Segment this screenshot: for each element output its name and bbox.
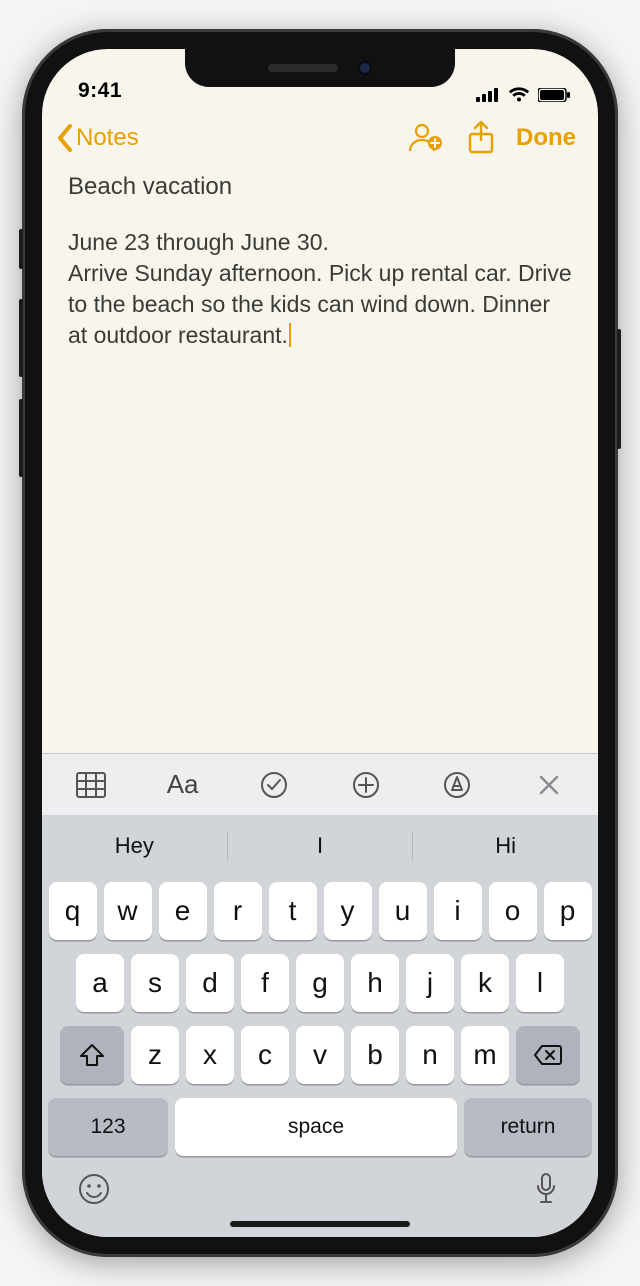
shift-icon <box>79 1043 105 1067</box>
note-title: Beach vacation <box>68 173 572 201</box>
key-t[interactable]: t <box>269 882 317 940</box>
key-shift[interactable] <box>60 1026 124 1084</box>
dismiss-toolbar-button[interactable] <box>526 762 572 808</box>
volume-down-button[interactable] <box>19 399 23 477</box>
share-icon <box>466 120 496 156</box>
chevron-left-icon <box>56 123 74 153</box>
note-body-text: June 23 through June 30.Arrive Sunday af… <box>68 229 572 348</box>
screen: 9:41 Notes <box>42 49 598 1237</box>
suggestion-2[interactable]: I <box>228 833 413 859</box>
suggestion-bar: Hey I Hi <box>42 817 598 875</box>
mute-switch[interactable] <box>19 229 23 269</box>
key-s[interactable]: s <box>131 954 179 1012</box>
cellular-icon <box>476 88 500 102</box>
key-space[interactable]: space <box>175 1098 457 1156</box>
suggestion-1[interactable]: Hey <box>42 833 227 859</box>
key-z[interactable]: z <box>131 1026 179 1084</box>
home-indicator[interactable] <box>230 1221 410 1227</box>
key-r[interactable]: r <box>214 882 262 940</box>
wifi-icon <box>508 87 530 103</box>
close-icon <box>538 774 560 796</box>
key-e[interactable]: e <box>159 882 207 940</box>
key-v[interactable]: v <box>296 1026 344 1084</box>
notch <box>185 49 455 87</box>
key-numeric[interactable]: 123 <box>48 1098 168 1156</box>
speaker <box>268 64 338 72</box>
keyboard: Hey I Hi q w e r t y u i o p a s <box>42 815 598 1237</box>
key-h[interactable]: h <box>351 954 399 1012</box>
add-person-button[interactable] <box>400 115 450 161</box>
table-icon <box>76 772 106 798</box>
key-a[interactable]: a <box>76 954 124 1012</box>
phone-frame: 9:41 Notes <box>22 29 618 1257</box>
checklist-button[interactable] <box>251 762 297 808</box>
key-return[interactable]: return <box>464 1098 592 1156</box>
key-i[interactable]: i <box>434 882 482 940</box>
key-m[interactable]: m <box>461 1026 509 1084</box>
key-o[interactable]: o <box>489 882 537 940</box>
delete-icon <box>533 1044 563 1066</box>
check-circle-icon <box>260 771 288 799</box>
key-q[interactable]: q <box>49 882 97 940</box>
keyboard-row-1: q w e r t y u i o p <box>42 875 598 947</box>
key-f[interactable]: f <box>241 954 289 1012</box>
person-plus-icon <box>406 121 444 155</box>
keyboard-row-3: z x c v b n m <box>42 1019 598 1091</box>
power-button[interactable] <box>617 329 621 449</box>
battery-icon <box>538 88 570 102</box>
markup-button[interactable] <box>434 762 480 808</box>
microphone-icon <box>534 1172 558 1206</box>
text-style-button[interactable]: Aa <box>160 762 206 808</box>
share-button[interactable] <box>456 115 506 161</box>
note-editor[interactable]: Beach vacation June 23 through June 30.A… <box>42 169 598 753</box>
key-g[interactable]: g <box>296 954 344 1012</box>
back-button[interactable]: Notes <box>50 119 145 157</box>
text-cursor <box>289 323 291 347</box>
key-x[interactable]: x <box>186 1026 234 1084</box>
volume-up-button[interactable] <box>19 299 23 377</box>
markup-icon <box>443 771 471 799</box>
key-c[interactable]: c <box>241 1026 289 1084</box>
status-icons <box>476 87 570 103</box>
key-l[interactable]: l <box>516 954 564 1012</box>
keyboard-row-2: a s d f g h j k l <box>42 947 598 1019</box>
back-label: Notes <box>76 124 139 152</box>
key-d[interactable]: d <box>186 954 234 1012</box>
key-u[interactable]: u <box>379 882 427 940</box>
nav-bar: Notes Done <box>42 107 598 169</box>
plus-circle-icon <box>352 771 380 799</box>
format-toolbar: Aa <box>42 753 598 815</box>
status-time: 9:41 <box>78 79 122 103</box>
emoji-icon <box>78 1173 110 1205</box>
key-b[interactable]: b <box>351 1026 399 1084</box>
keyboard-row-4: 123 space return <box>42 1091 598 1163</box>
done-button[interactable]: Done <box>512 124 580 152</box>
key-w[interactable]: w <box>104 882 152 940</box>
table-button[interactable] <box>68 762 114 808</box>
dictation-button[interactable] <box>526 1169 566 1209</box>
key-n[interactable]: n <box>406 1026 454 1084</box>
key-delete[interactable] <box>516 1026 580 1084</box>
add-attachment-button[interactable] <box>343 762 389 808</box>
key-y[interactable]: y <box>324 882 372 940</box>
key-j[interactable]: j <box>406 954 454 1012</box>
front-camera <box>358 61 372 75</box>
key-p[interactable]: p <box>544 882 592 940</box>
emoji-button[interactable] <box>74 1169 114 1209</box>
suggestion-3[interactable]: Hi <box>413 833 598 859</box>
key-k[interactable]: k <box>461 954 509 1012</box>
note-body: June 23 through June 30.Arrive Sunday af… <box>68 227 572 351</box>
